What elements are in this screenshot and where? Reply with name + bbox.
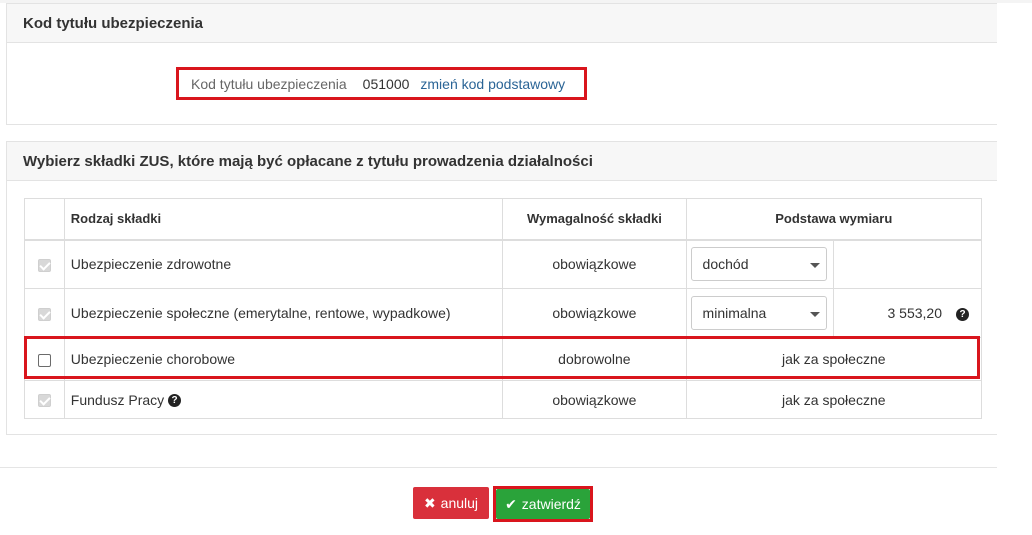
row-name: Ubezpieczenie społeczne (emerytalne, ren…: [63, 288, 504, 338]
insurance-code-panel: Kod tytułu ubezpieczenia Kod tytułu ubez…: [6, 3, 997, 125]
table-row: Ubezpieczenie zdrowotne obowiązkowe doch…: [24, 239, 983, 289]
sickness-insurance-checkbox[interactable]: [37, 353, 51, 367]
labor-fund-checkbox: [37, 394, 51, 408]
row-checkbox-cell: [24, 337, 65, 381]
row-base-text: jak za społeczne: [685, 380, 983, 419]
row-name: Ubezpieczenie chorobowe: [63, 337, 504, 381]
contributions-table: Rodzaj składki Wymagalność składki Podst…: [24, 198, 983, 419]
check-icon: ✔: [505, 495, 517, 512]
row-checkbox-cell: [24, 288, 65, 338]
chevron-down-icon: [809, 263, 820, 269]
row-checkbox-cell: [24, 380, 65, 419]
cancel-button-label: anuluj: [440, 495, 479, 511]
change-code-link[interactable]: zmień kod podstawowy: [420, 76, 565, 92]
cancel-button[interactable]: ✖ anuluj: [413, 487, 489, 519]
row-amount-cell: [832, 239, 983, 289]
header-requirement: Wymagalność składki: [502, 198, 687, 241]
contributions-panel-title: Wybierz składki ZUS, które mają być opła…: [7, 142, 997, 181]
base-select-value: dochód: [702, 256, 749, 273]
row-checkbox-cell: [24, 239, 65, 289]
confirm-button-label: zatwierdź: [521, 496, 581, 512]
health-insurance-checkbox: [37, 259, 51, 273]
help-icon[interactable]: ?: [956, 307, 969, 321]
row-amount-cell: 3 553,20?: [832, 288, 983, 338]
table-row: Ubezpieczenie chorobowe dobrowolne jak z…: [24, 337, 983, 381]
row-requirement: obowiązkowe: [502, 239, 687, 289]
insurance-code-value: 051000: [362, 75, 410, 92]
footer-divider: [0, 467, 997, 468]
header-base: Podstawa wymiaru: [685, 198, 983, 241]
table-row: Fundusz Pracy ? obowiązkowe jak za społe…: [24, 380, 983, 419]
row-requirement: obowiązkowe: [502, 288, 687, 338]
row-name-cell: Fundusz Pracy ?: [63, 380, 504, 419]
row-name: Fundusz Pracy: [70, 391, 165, 408]
base-select-health[interactable]: dochód: [690, 247, 827, 282]
row-base-cell: dochód: [685, 239, 834, 289]
table-row: Ubezpieczenie społeczne (emerytalne, ren…: [24, 288, 983, 338]
insurance-code-label: Kod tytułu ubezpieczenia: [191, 75, 347, 92]
help-icon[interactable]: ?: [168, 394, 182, 408]
confirm-button[interactable]: ✔ zatwierdź: [496, 489, 590, 519]
row-name: Ubezpieczenie zdrowotne: [63, 239, 504, 289]
base-select-social[interactable]: minimalna: [690, 296, 827, 330]
table-header-row: Rodzaj składki Wymagalność składki Podst…: [24, 198, 983, 241]
close-icon: ✖: [423, 494, 436, 511]
chevron-down-icon: [809, 312, 820, 317]
header-checkbox-col: [24, 198, 65, 241]
base-select-value: minimalna: [702, 305, 767, 321]
row-requirement: obowiązkowe: [502, 380, 687, 419]
row-base-text: jak za społeczne: [685, 337, 983, 381]
social-insurance-checkbox: [37, 307, 51, 321]
contributions-panel: Wybierz składki ZUS, które mają być opła…: [6, 141, 997, 435]
insurance-code-panel-title: Kod tytułu ubezpieczenia: [7, 4, 997, 43]
row-base-cell: minimalna: [685, 288, 834, 338]
row-requirement: dobrowolne: [502, 337, 687, 381]
header-type: Rodzaj składki: [63, 198, 504, 241]
insurance-code-highlight: Kod tytułu ubezpieczenia 051000 zmień ko…: [176, 67, 587, 100]
base-amount: 3 553,20: [887, 305, 943, 321]
